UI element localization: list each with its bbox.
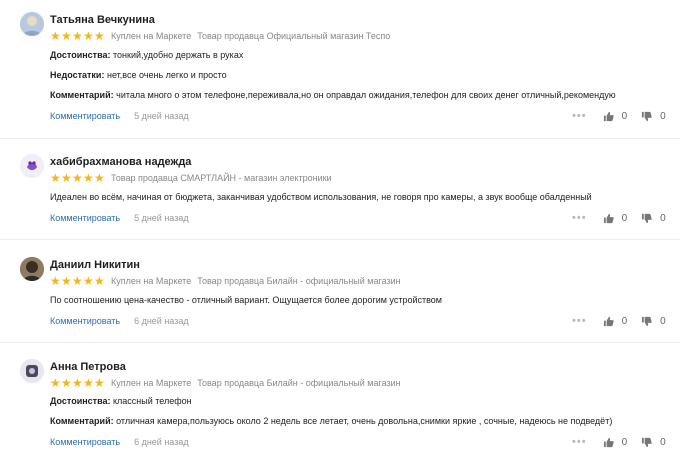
comment-label: Комментарий: — [50, 90, 114, 100]
review-actions: ••• 0 0 — [572, 212, 680, 224]
review-actions: ••• 0 0 — [572, 110, 680, 122]
comment-button[interactable]: Комментировать — [50, 437, 120, 447]
comment-button[interactable]: Комментировать — [50, 111, 120, 121]
reviewer-name[interactable]: хабибрахманова надежда — [50, 156, 191, 168]
pros-line: Достоинства: классный телефон — [50, 396, 192, 406]
avatar[interactable] — [20, 12, 44, 36]
comment-text: отличная камера,пользуюсь около 2 недель… — [116, 416, 613, 426]
cons-label: Недостатки: — [50, 70, 105, 80]
review-text: По соотношению цена-качество - отличный … — [50, 295, 442, 305]
thumbs-up-icon[interactable] — [603, 437, 614, 448]
thumbs-down-icon[interactable] — [641, 213, 652, 224]
star-icon: ★ — [83, 376, 94, 390]
comment-button[interactable]: Комментировать — [50, 213, 120, 223]
review-footer: Комментировать 6 дней назад — [50, 316, 189, 326]
thumbs-up-icon[interactable] — [603, 213, 614, 224]
review-meta: ★ ★ ★ ★ ★ Куплен на Маркете Товар продавца Б… — [50, 377, 407, 389]
star-icon: ★ — [72, 376, 83, 390]
star-icon: ★ — [50, 274, 61, 288]
review-divider — [0, 342, 680, 343]
comment-label: Комментарий: — [50, 416, 114, 426]
review-text: Идеален во всём, начиная от бюджета, зак… — [50, 192, 592, 202]
cons-text: нет,все очень легко и просто — [106, 70, 227, 80]
pros-text: тонкий,удобно держать в руках — [113, 50, 244, 60]
thumbs-down-icon[interactable] — [641, 111, 652, 122]
star-icon: ★ — [72, 274, 83, 288]
rating-stars: ★ ★ ★ ★ ★ — [50, 172, 105, 184]
bought-badge: Куплен на Маркете — [111, 31, 192, 41]
likes-count: 0 — [621, 212, 628, 224]
comment-line: Комментарий: читала много о этом телефон… — [50, 90, 616, 100]
seller-info: Товар продавца Официальный магазин Теспо — [197, 31, 391, 41]
pros-label: Достоинства: — [50, 50, 111, 60]
star-icon: ★ — [50, 376, 61, 390]
review-meta: ★ ★ ★ ★ ★ Товар продавца СМАРТЛАЙН - магазин… — [50, 172, 338, 184]
star-icon: ★ — [72, 29, 83, 43]
thumbs-up-icon[interactable] — [603, 111, 614, 122]
star-icon: ★ — [61, 274, 72, 288]
dislikes-count: 0 — [660, 436, 666, 448]
review-footer: Комментировать 6 дней назад — [50, 437, 189, 447]
rating-stars: ★ ★ ★ ★ ★ — [50, 275, 105, 287]
avatar[interactable] — [20, 359, 44, 383]
review-meta: ★ ★ ★ ★ ★ Куплен на Маркете Товар продавца Б… — [50, 275, 407, 287]
seller-info: Товар продавца Билайн - официальный мага… — [197, 276, 401, 286]
rating-stars: ★ ★ ★ ★ ★ — [50, 30, 105, 42]
bought-badge: Куплен на Маркете — [111, 276, 192, 286]
thumbs-down-icon[interactable] — [641, 437, 652, 448]
seller-info: Товар продавца СМАРТЛАЙН - магазин элект… — [111, 173, 332, 183]
likes-count: 0 — [621, 436, 628, 448]
reviewer-name[interactable]: Анна Петрова — [50, 361, 126, 373]
thumbs-up-icon[interactable] — [603, 316, 614, 327]
likes-count: 0 — [621, 110, 628, 122]
reviewer-name[interactable]: Даниил Никитин — [50, 259, 140, 271]
pros-label: Достоинства: — [50, 396, 111, 406]
review-date: 6 дней назад — [134, 316, 189, 326]
pros-text: классный телефон — [113, 396, 192, 406]
comment-button[interactable]: Комментировать — [50, 316, 120, 326]
star-icon: ★ — [83, 29, 94, 43]
review-actions: ••• 0 0 — [572, 315, 680, 327]
review-date: 5 дней назад — [134, 213, 189, 223]
pros-line: Достоинства: тонкий,удобно держать в рук… — [50, 50, 243, 60]
bought-badge: Куплен на Маркете — [111, 378, 192, 388]
review-footer: Комментировать 5 дней назад — [50, 111, 189, 121]
review-date: 6 дней назад — [134, 437, 189, 447]
star-icon: ★ — [94, 171, 105, 185]
comment-line: Комментарий: отличная камера,пользуюсь о… — [50, 416, 612, 426]
star-icon: ★ — [94, 29, 105, 43]
rating-stars: ★ ★ ★ ★ ★ — [50, 377, 105, 389]
seller-info: Товар продавца Билайн - официальный мага… — [197, 378, 401, 388]
review-divider — [0, 239, 680, 240]
star-icon: ★ — [50, 171, 61, 185]
star-icon: ★ — [83, 171, 94, 185]
more-options-icon[interactable]: ••• — [572, 110, 587, 122]
dislikes-count: 0 — [660, 110, 666, 122]
dislikes-count: 0 — [660, 212, 666, 224]
review-actions: ••• 0 0 — [572, 436, 680, 448]
star-icon: ★ — [72, 171, 83, 185]
review-footer: Комментировать 5 дней назад — [50, 213, 189, 223]
review-date: 5 дней назад — [134, 111, 189, 121]
star-icon: ★ — [61, 376, 72, 390]
cons-line: Недостатки: нет,все очень легко и просто — [50, 70, 227, 80]
star-icon: ★ — [94, 274, 105, 288]
more-options-icon[interactable]: ••• — [572, 315, 587, 327]
star-icon: ★ — [94, 376, 105, 390]
thumbs-down-icon[interactable] — [641, 316, 652, 327]
likes-count: 0 — [621, 315, 628, 327]
avatar[interactable] — [20, 257, 44, 281]
star-icon: ★ — [61, 171, 72, 185]
avatar[interactable] — [20, 154, 44, 178]
dislikes-count: 0 — [660, 315, 666, 327]
review-meta: ★ ★ ★ ★ ★ Куплен на Маркете Товар продавца О… — [50, 30, 396, 42]
star-icon: ★ — [50, 29, 61, 43]
reviewer-name[interactable]: Татьяна Вечкунина — [50, 14, 155, 26]
comment-text: читала много о этом телефоне,переживала,… — [116, 90, 616, 100]
star-icon: ★ — [61, 29, 72, 43]
more-options-icon[interactable]: ••• — [572, 436, 587, 448]
review-divider — [0, 138, 680, 139]
star-icon: ★ — [83, 274, 94, 288]
more-options-icon[interactable]: ••• — [572, 212, 587, 224]
